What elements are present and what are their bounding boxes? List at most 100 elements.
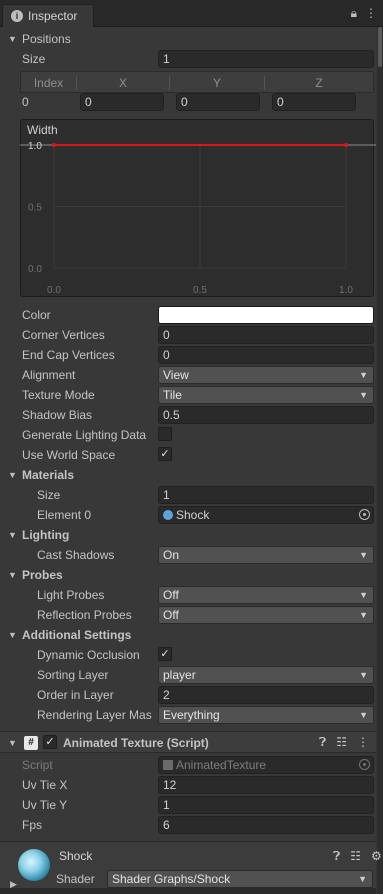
uv-tie-x-field[interactable]: 12 — [158, 776, 374, 794]
inspector-tab-bar: i Inspector 🔒︎ ⋮ — [0, 0, 383, 27]
help-icon[interactable]: ❓︎ — [319, 735, 326, 750]
row-index: 0 — [22, 95, 29, 109]
probes-title: Probes — [22, 568, 63, 582]
position-y-field[interactable]: 0 — [176, 93, 260, 111]
lock-icon[interactable]: 🔒︎ — [351, 6, 357, 21]
positions-foldout[interactable]: ▼ Positions — [0, 29, 376, 49]
texture-mode-dropdown[interactable]: Tile ▼ — [158, 386, 374, 404]
dropdown-arrow-icon: ▼ — [359, 390, 368, 400]
cast-shadows-dropdown[interactable]: On ▼ — [158, 546, 374, 564]
curve-y-tick-label: 1.0 — [28, 141, 42, 152]
width-curve-chart[interactable]: 1.0 0.5 0.0 0.0 0.5 1.0 — [20, 137, 376, 299]
object-picker-icon — [359, 759, 370, 770]
materials-foldout[interactable]: ▼ Materials — [0, 465, 376, 485]
uv-tie-y-field[interactable]: 1 — [158, 796, 374, 814]
chevron-down-icon: ▼ — [8, 34, 17, 44]
csharp-script-icon: # — [24, 736, 38, 750]
corner-vertices-label: Corner Vertices — [22, 328, 105, 342]
dropdown-arrow-icon: ▼ — [359, 370, 368, 380]
light-probes-dropdown[interactable]: Off ▼ — [158, 586, 374, 604]
cast-shadows-value: On — [163, 548, 180, 562]
sorting-layer-dropdown[interactable]: player ▼ — [158, 666, 374, 684]
chevron-down-icon[interactable]: ▼ — [8, 733, 17, 753]
use-world-space-label: Use World Space — [22, 448, 116, 462]
material-element-field[interactable]: Shock — [158, 506, 374, 524]
positions-size-label: Size — [22, 52, 46, 66]
positions-title: Positions — [22, 32, 71, 46]
component-title: Animated Texture (Script) — [63, 736, 209, 750]
shader-dropdown[interactable]: Shader Graphs/Shock ▼ — [107, 870, 373, 888]
texture-mode-label: Texture Mode — [22, 388, 95, 402]
uv-tie-y-label: Uv Tie Y — [22, 798, 68, 812]
dropdown-arrow-icon: ▼ — [359, 550, 368, 560]
chevron-down-icon: ▼ — [8, 530, 17, 540]
texture-mode-value: Tile — [163, 388, 182, 402]
col-x: X — [118, 76, 127, 90]
reflection-probes-value: Off — [163, 608, 179, 622]
inspector-tab[interactable]: i Inspector — [2, 4, 94, 27]
curve-x-tick-label: 0.5 — [193, 285, 207, 296]
preset-sliders-icon[interactable]: ☷ — [350, 849, 361, 864]
fps-label: Fps — [22, 818, 43, 832]
help-icon[interactable]: ❓︎ — [333, 849, 340, 864]
sorting-layer-value: player — [163, 668, 196, 682]
width-curve-title: Width — [27, 123, 58, 137]
dynamic-occlusion-label: Dynamic Occlusion — [37, 648, 140, 662]
corner-vertices-field[interactable]: 0 — [158, 326, 374, 344]
position-z-field[interactable]: 0 — [272, 93, 356, 111]
script-value: AnimatedTexture — [176, 758, 267, 772]
curve-key-point — [52, 143, 56, 147]
cast-shadows-label: Cast Shadows — [37, 548, 115, 562]
color-swatch[interactable] — [158, 306, 374, 324]
positions-size-field[interactable]: 1 — [158, 50, 374, 68]
col-z: Z — [315, 76, 323, 90]
kebab-menu-icon[interactable]: ⋮ — [365, 6, 377, 21]
rendering-layer-mask-value: Everything — [163, 708, 220, 722]
uv-tie-x-label: Uv Tie X — [22, 778, 68, 792]
lighting-title: Lighting — [22, 528, 70, 542]
material-preview-section: Shock ❓︎ ☷ ⚙︎ Shader Shader Graphs/Shock… — [0, 841, 382, 894]
curve-x-tick-label: 0.0 — [47, 285, 61, 296]
end-cap-vertices-row: End Cap Vertices 0 — [0, 345, 376, 365]
lighting-foldout[interactable]: ▼ Lighting — [0, 525, 376, 545]
chevron-down-icon: ▼ — [8, 630, 17, 640]
corner-vertices-row: Corner Vertices 0 — [0, 325, 376, 345]
generate-lighting-data-row: Generate Lighting Data — [0, 425, 376, 445]
alignment-dropdown[interactable]: View ▼ — [158, 366, 374, 384]
animated-texture-component-header[interactable]: ▼ # ✓ Animated Texture (Script) ❓︎ ☷ ⋮ — [0, 731, 376, 753]
reflection-probes-label: Reflection Probes — [37, 608, 132, 622]
object-picker-icon[interactable] — [359, 509, 370, 520]
color-label: Color — [22, 308, 51, 322]
probes-foldout[interactable]: ▼ Probes — [0, 565, 376, 585]
end-cap-vertices-field[interactable]: 0 — [158, 346, 374, 364]
material-thumbnail — [18, 849, 50, 881]
additional-settings-foldout[interactable]: ▼ Additional Settings — [0, 625, 376, 645]
vertical-scrollbar[interactable] — [377, 27, 383, 894]
kebab-menu-icon[interactable]: ⋮ — [357, 735, 369, 750]
preset-sliders-icon[interactable]: ☷ — [336, 735, 347, 750]
order-in-layer-label: Order in Layer — [37, 688, 114, 702]
order-in-layer-field[interactable]: 2 — [158, 686, 374, 704]
dynamic-occlusion-checkbox[interactable]: ✓ — [158, 647, 172, 661]
positions-table-header: Index X Y Z — [20, 71, 374, 93]
material-name: Shock — [59, 849, 93, 863]
inspector-tab-label: Inspector — [28, 9, 78, 23]
info-icon: i — [11, 10, 23, 22]
positions-table-row: 0 0 0 0 — [0, 92, 376, 112]
material-icon — [163, 510, 173, 520]
use-world-space-checkbox[interactable]: ✓ — [158, 447, 172, 461]
fps-field[interactable]: 6 — [158, 816, 374, 834]
dropdown-arrow-icon: ▼ — [359, 610, 368, 620]
shadow-bias-field[interactable]: 0.5 — [158, 406, 374, 424]
reflection-probes-dropdown[interactable]: Off ▼ — [158, 606, 374, 624]
shader-value: Shader Graphs/Shock — [112, 872, 231, 886]
component-enabled-checkbox[interactable]: ✓ — [43, 735, 57, 749]
generate-lighting-data-label: Generate Lighting Data — [22, 428, 147, 442]
rendering-layer-mask-dropdown[interactable]: Everything ▼ — [158, 706, 374, 724]
gear-icon[interactable]: ⚙︎ — [371, 849, 382, 864]
color-row: Color — [0, 305, 376, 325]
materials-size-field[interactable]: 1 — [158, 486, 374, 504]
light-probes-value: Off — [163, 588, 179, 602]
position-x-field[interactable]: 0 — [80, 93, 164, 111]
generate-lighting-data-checkbox[interactable] — [158, 427, 172, 441]
